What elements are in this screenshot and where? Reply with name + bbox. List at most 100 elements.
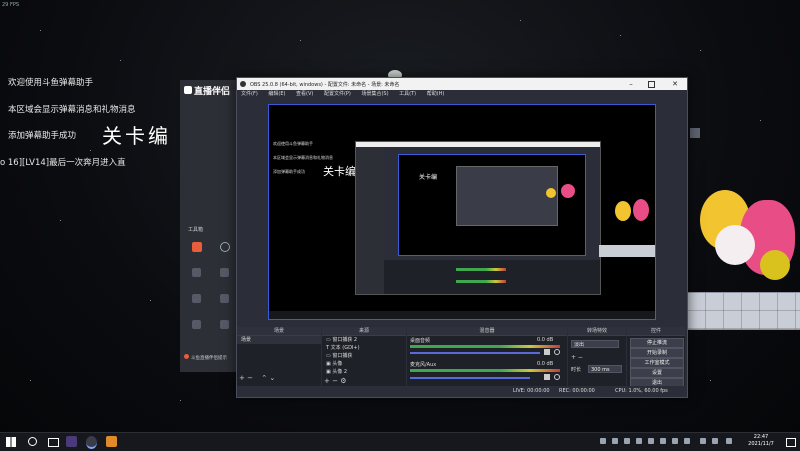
tool-icon-4[interactable] <box>220 268 229 277</box>
start-recording-button[interactable]: 开始录制 <box>630 348 684 358</box>
source-item-1[interactable]: ▭ 窗口捕获 2 <box>322 336 406 344</box>
mixer-track-1-slider[interactable] <box>410 352 540 354</box>
tile-row-right <box>686 292 800 330</box>
obs-app-icon <box>240 81 246 87</box>
danmaku-line-1: 欢迎使用斗鱼弹幕助手 <box>8 78 94 88</box>
maximize-button[interactable] <box>648 81 655 88</box>
menu-scene-collection[interactable]: 场景集合(S) <box>361 91 388 97</box>
mixer-track-1-name: 桌面音频 <box>410 338 431 344</box>
transition-add-icon[interactable]: + − <box>571 354 583 361</box>
scene-toolbar: + − ⌃ ⌄ <box>239 374 275 382</box>
duration-label: 时长 <box>571 367 582 373</box>
taskbar-app-3-icon[interactable] <box>106 436 117 447</box>
tool-icon-7[interactable] <box>192 320 201 329</box>
tool-icon-2[interactable] <box>220 242 230 252</box>
mixer-track-1-meter <box>410 345 560 348</box>
obs-taskbar-icon[interactable] <box>86 436 97 449</box>
taskbar-app-1-icon[interactable] <box>66 436 77 447</box>
volume-icon[interactable] <box>544 349 550 355</box>
source-item-3[interactable]: ▭ 窗口捕获 <box>322 352 406 360</box>
move-down-icon[interactable]: ⌄ <box>269 374 275 382</box>
tool-icon-6[interactable] <box>220 294 229 303</box>
tool-icon-8[interactable] <box>220 320 229 329</box>
danmaku-line-2: 本区域会显示弹幕消息和礼物消息 <box>8 105 136 115</box>
language-icon[interactable] <box>726 438 732 444</box>
add-scene-icon[interactable]: + <box>239 374 245 382</box>
menu-profile[interactable]: 配置文件(P) <box>324 91 351 97</box>
live-assistant-window[interactable]: 直播伴侣 工具箱 斗鱼直播伴侣提示 <box>180 80 240 372</box>
tray-icon-6[interactable] <box>660 438 666 444</box>
dock-scenes-header: 场景 <box>237 327 321 335</box>
menu-file[interactable]: 文件(F) <box>241 91 258 97</box>
close-button[interactable]: ✕ <box>669 78 681 90</box>
assistant-footer: 斗鱼直播伴侣提示 <box>184 354 227 361</box>
studio-mode-button[interactable]: 工作室模式 <box>630 358 684 368</box>
obs-preview-canvas[interactable]: 欢迎使用斗鱼弹幕助手 本区域会显示弹幕消息和礼物消息 添加弹幕助手成功 关卡编 … <box>268 104 656 320</box>
windows-taskbar: 22:47 2021/11/7 <box>0 432 800 451</box>
clock-time: 22:47 <box>753 434 769 440</box>
search-icon[interactable] <box>28 437 37 446</box>
mixer-track-2-meter <box>410 369 560 372</box>
scene-item[interactable]: 场景 <box>237 336 321 344</box>
windows-start-icon[interactable] <box>6 437 16 447</box>
dock-sources-header: 来源 <box>322 327 406 335</box>
menu-edit[interactable]: 编辑(E) <box>268 91 285 97</box>
remove-scene-icon[interactable]: − <box>247 374 253 382</box>
fps-overlay: 29 FPS <box>2 2 20 8</box>
obs-titlebar[interactable]: OBS 25.0.8 (64-bit, windows) - 配置文件: 未命名… <box>237 78 687 90</box>
move-up-icon[interactable]: ⌃ <box>261 374 267 382</box>
logo-icon <box>184 86 192 94</box>
rec-status: REC: 00:00:00 <box>559 388 595 394</box>
tray-icon-3[interactable] <box>624 438 630 444</box>
source-settings-icon[interactable]: ⚙ <box>340 377 346 385</box>
source-item-2[interactable]: T 文本 (GDI+) <box>322 344 406 352</box>
controls-dock: 停止推流 开始录制 工作室模式 设置 退出 <box>627 335 685 388</box>
tool-icon-5[interactable] <box>192 294 201 303</box>
obs-window[interactable]: OBS 25.0.8 (64-bit, windows) - 配置文件: 未命名… <box>236 77 688 398</box>
mixer-track-2-slider[interactable] <box>410 377 530 379</box>
source-item-5[interactable]: ▣ 头像 2 <box>322 368 406 376</box>
taskbar-clock[interactable]: 22:47 2021/11/7 <box>744 434 778 448</box>
preview-character-1 <box>615 201 631 221</box>
transition-select[interactable]: 淡出 <box>571 340 619 348</box>
tray-icon-4[interactable] <box>636 438 642 444</box>
transitions-dock: 淡出 + − 时长 300 ms <box>568 335 626 386</box>
menu-help[interactable]: 帮助(H) <box>427 91 445 97</box>
remove-source-icon[interactable]: − <box>332 377 338 385</box>
tray-icon-5[interactable] <box>648 438 654 444</box>
source-toolbar: + − ⚙ <box>324 377 347 385</box>
mixer-settings-icon[interactable] <box>554 349 560 355</box>
volume-tray-icon[interactable] <box>712 438 718 444</box>
mixer-dock: 桌面音频 0.0 dB 麦克风/Aux 0.0 dB <box>407 335 567 386</box>
mixer-track-1-db: 0.0 dB <box>537 337 554 343</box>
danmaku-line-4: o 16][LV14]最后一次奔月进入直 <box>0 158 126 168</box>
task-view-icon[interactable] <box>48 438 59 447</box>
clock-date: 2021/11/7 <box>748 441 774 447</box>
preview-danmaku-3: 添加弹幕助手成功 <box>273 169 305 174</box>
tray-icon-8[interactable] <box>684 438 690 444</box>
tray-icon-1[interactable] <box>600 438 606 444</box>
dock-controls-header: 控件 <box>627 327 685 335</box>
minimize-button[interactable]: – <box>626 79 636 89</box>
danmaku-tool-icon[interactable] <box>192 242 202 252</box>
add-source-icon[interactable]: + <box>324 377 330 385</box>
source-item-4[interactable]: ▣ 头像 <box>322 360 406 368</box>
settings-button[interactable]: 设置 <box>630 368 684 378</box>
notification-icon[interactable] <box>786 438 796 447</box>
duration-input[interactable]: 300 ms <box>588 365 622 373</box>
tray-icon-7[interactable] <box>672 438 678 444</box>
assistant-logo: 直播伴侣 <box>184 84 230 97</box>
mic-icon <box>184 354 189 359</box>
menu-tools[interactable]: 工具(T) <box>399 91 416 97</box>
volume-icon-2[interactable] <box>544 374 550 380</box>
tool-icon-3[interactable] <box>192 268 201 277</box>
stop-streaming-button[interactable]: 停止推流 <box>630 338 684 348</box>
mixer-settings-icon-2[interactable] <box>554 374 560 380</box>
preview-character-2 <box>633 199 649 221</box>
preview-danmaku-2: 本区域会显示弹幕消息和礼物消息 <box>273 155 333 160</box>
tray-icon-2[interactable] <box>612 438 618 444</box>
network-icon[interactable] <box>700 438 706 444</box>
preview-danmaku-1: 欢迎使用斗鱼弹幕助手 <box>273 141 313 146</box>
sources-dock: ▭ 窗口捕获 2 T 文本 (GDI+) ▭ 窗口捕获 ▣ 头像 ▣ 头像 2 … <box>322 335 406 386</box>
menu-view[interactable]: 查看(V) <box>296 91 313 97</box>
